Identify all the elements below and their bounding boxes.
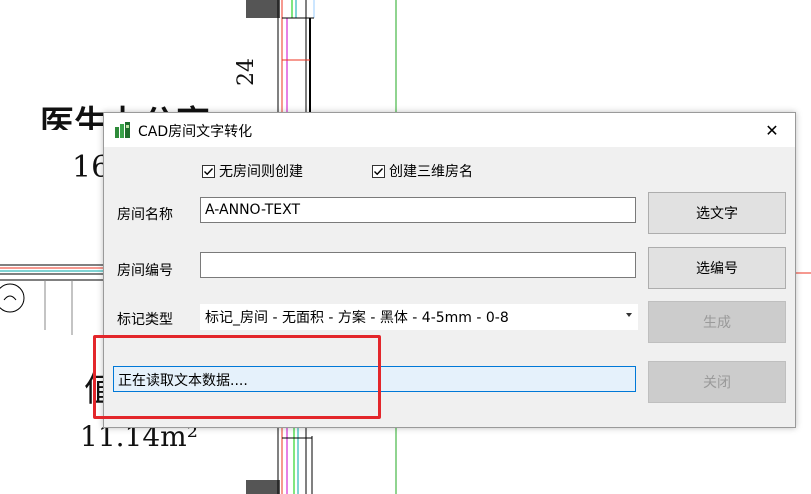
dialog-title: CAD房间文字转化 — [138, 124, 253, 140]
wall-block-top — [246, 0, 280, 18]
room-number-label: 房间编号 — [117, 263, 173, 279]
select-text-button[interactable]: 选文字 — [648, 192, 786, 234]
checkbox-create-if-no-room[interactable]: 无房间则创建 — [202, 161, 303, 181]
checkbox-create-3d-name-label: 创建三维房名 — [389, 164, 473, 180]
close-button[interactable]: 关闭 — [648, 361, 786, 403]
app-logo-icon — [115, 122, 130, 138]
cad-room-text-dialog: CAD房间文字转化 ✕ 无房间则创建 创建三维房名 房间名称 选文字 房间编号 … — [103, 112, 796, 428]
area-fragment-char: 值 — [84, 370, 104, 410]
room-name-label: 房间名称 — [117, 207, 173, 223]
mark-type-selected: 标记_房间 - 无面积 - 方案 - 黑体 - 4-5mm - 0-8 — [205, 310, 509, 326]
wall-block-bottom — [246, 480, 280, 494]
close-icon: ✕ — [765, 120, 779, 140]
select-number-button[interactable]: 选编号 — [648, 247, 786, 289]
door-symbol — [0, 283, 25, 313]
mark-type-dropdown[interactable]: 标记_房间 - 无面积 - 方案 - 黑体 - 4-5mm - 0-8 — [200, 304, 638, 330]
checkbox-create-if-no-room-label: 无房间则创建 — [219, 164, 303, 180]
checkmark-icon — [374, 167, 384, 175]
room-name-input[interactable] — [200, 197, 636, 223]
checkbox-create-if-no-room-box[interactable] — [202, 164, 215, 178]
dialog-titlebar[interactable]: CAD房间文字转化 ✕ — [104, 113, 795, 147]
chevron-down-icon[interactable] — [626, 313, 632, 317]
checkmark-icon — [204, 167, 214, 175]
dimension-text: 24 — [234, 58, 259, 86]
room-number-input[interactable] — [200, 252, 636, 278]
close-window-button[interactable]: ✕ — [749, 113, 795, 147]
mark-type-label: 标记类型 — [117, 312, 173, 328]
generate-button[interactable]: 生成 — [648, 301, 786, 343]
checkbox-create-3d-name-box[interactable] — [372, 164, 385, 178]
status-text-field: 正在读取文本数据.... — [113, 366, 636, 392]
checkbox-create-3d-name[interactable]: 创建三维房名 — [372, 161, 473, 181]
